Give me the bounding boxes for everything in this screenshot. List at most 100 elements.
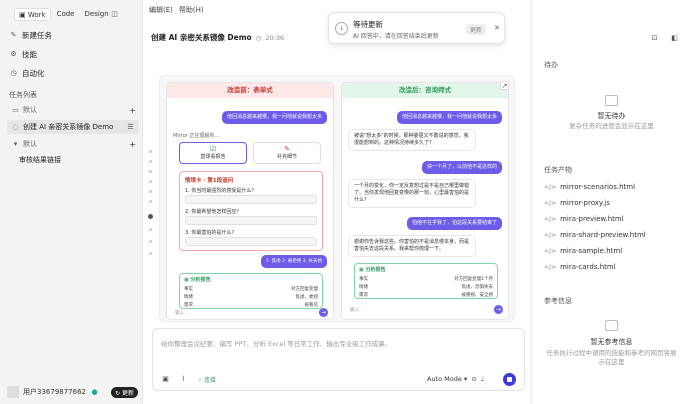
- mode-switch: ▣ Work Code Design: [14, 8, 113, 21]
- send-icon[interactable]: →: [319, 308, 328, 317]
- close-icon[interactable]: ✕: [494, 24, 500, 32]
- scroll-dot-active[interactable]: [148, 214, 153, 219]
- report-row: 需求 被重视、安全感: [355, 291, 497, 299]
- skills-button[interactable]: ⚙ 技能: [9, 47, 37, 61]
- html-preview: 改造前：表单式 他回消息越来越慢，我一问他就说我想太多 Mirror 正在理解你…: [159, 75, 515, 322]
- todo-title: 待办: [544, 61, 558, 69]
- stop-button[interactable]: [503, 373, 516, 386]
- panel-after: 改造后：咨询师式 他回消息越来越慢，我一问他就说我想太多 被说"想太多"的时候，…: [341, 82, 509, 320]
- mode-design[interactable]: Design: [81, 8, 113, 21]
- todo-empty: 暂无待办: [597, 112, 626, 120]
- mode-code[interactable]: Code: [53, 8, 79, 21]
- code-icon: </>: [544, 231, 557, 239]
- report-row: 事实 对方回复变慢1个月: [355, 275, 497, 283]
- task-item-active[interactable]: ◌ 创建 AI 亲密关系镜像 Demo ☰: [7, 120, 139, 134]
- scroll-dot[interactable]: [149, 160, 152, 163]
- image-icon[interactable]: ▣: [161, 375, 170, 384]
- report-row: 需求 被看见: [180, 301, 322, 309]
- ref-empty: 暂无参考信息: [590, 338, 633, 346]
- menu-edit[interactable]: 编辑(E): [149, 5, 173, 15]
- file-name: mirror-scenarios.html: [560, 183, 636, 191]
- report-key: 情绪: [184, 295, 193, 300]
- send-icon[interactable]: →: [494, 305, 503, 314]
- empty-box-icon: [605, 95, 618, 106]
- add-task-icon[interactable]: +: [129, 106, 136, 115]
- chat-input[interactable]: 给你整理会议纪要、编写 PPT、分析 Excel 等日常工作、输出专业级工作成果…: [161, 338, 391, 348]
- file-item[interactable]: </> mirror-proxy.js: [544, 199, 610, 207]
- scroll-dot[interactable]: [149, 228, 152, 231]
- skills-label: 技能: [22, 49, 37, 59]
- panel-toggle-icon[interactable]: ◧: [670, 34, 679, 43]
- sidebar-toggle-icon[interactable]: ◫: [110, 10, 119, 19]
- menu-help[interactable]: 帮助(H): [179, 5, 204, 15]
- update-button[interactable]: ↻ 更新: [111, 386, 138, 398]
- toast-update-button[interactable]: 更新: [466, 24, 487, 35]
- file-item[interactable]: </> mira-sample.html: [544, 247, 622, 255]
- connect-button[interactable]: ⁘ 连接: [197, 375, 216, 384]
- new-task-label: 新建任务: [22, 30, 52, 40]
- panel-input[interactable]: 输入...: [175, 310, 188, 316]
- toast-title: 等待更新: [353, 20, 383, 29]
- report-title-text: 分析报告: [190, 277, 211, 283]
- form-question-2: 2. 你最希望他怎样回应？: [185, 209, 242, 215]
- file-item[interactable]: </> mirror-scenarios.html: [544, 183, 635, 191]
- scroll-dot[interactable]: [149, 252, 152, 255]
- attach-icon[interactable]: ⌇: [179, 375, 188, 384]
- user-name: 用户33679877662: [23, 388, 86, 396]
- option-card-detail[interactable]: ✎ 补充细节: [253, 142, 321, 164]
- file-item[interactable]: </> mira-cards.html: [544, 263, 616, 271]
- task-group-default-2[interactable]: ▾ 默认 +: [11, 138, 136, 150]
- task-item-review[interactable]: 审核结果链接: [19, 153, 61, 167]
- task-group-default[interactable]: ▭ 默认 +: [11, 104, 136, 116]
- file-name: mira-sample.html: [560, 247, 623, 255]
- mode-select[interactable]: Auto Mode ▾ ⊙ ♩: [427, 375, 484, 383]
- file-item[interactable]: </> mira-shard-preview.html: [544, 231, 646, 239]
- report-key: 需求: [184, 303, 193, 308]
- clock-icon: ◷: [10, 68, 17, 77]
- report-title-text: 分析报告: [365, 267, 386, 273]
- ref-sub: 任务执行过程中调用的技能和参考的网页将展示在这里: [546, 349, 677, 366]
- form-answer-2[interactable]: [185, 216, 317, 225]
- task-time: 20:36: [265, 33, 285, 42]
- report-value: 焦虑、委屈: [295, 295, 319, 300]
- add-task-icon-2[interactable]: +: [129, 140, 136, 149]
- sidebar: ▣ Work Code Design ◫ ✎ 新建任务 ⚙ 技能 ◷ 自动化 任…: [0, 0, 142, 404]
- download-icon: ↓: [335, 22, 348, 35]
- question-form: 情境卡 · 第1段追问 1. 你当时最强烈的感受是什么？ 2. 你最希望他怎样回…: [179, 171, 323, 251]
- code-icon: </>: [544, 247, 557, 255]
- page-title-row: 创建 AI 亲密关系镜像 Demo ◷ 20:36: [151, 32, 284, 43]
- report-value: 对方回复变慢1个月: [454, 277, 493, 282]
- code-icon: </>: [544, 199, 557, 207]
- menu-icon[interactable]: ☰: [126, 123, 135, 132]
- scroll-dot[interactable]: [149, 170, 152, 173]
- scroll-dot[interactable]: [149, 240, 152, 243]
- report-row: 情绪 焦虑、委屈: [180, 293, 322, 301]
- form-answer-3[interactable]: [185, 237, 317, 246]
- page-title: 创建 AI 亲密关系镜像 Demo: [151, 33, 252, 42]
- scroll-dot[interactable]: [149, 200, 152, 203]
- panel-before: 改造前：表单式 他回消息越来越慢，我一问他就说我想太多 Mirror 正在理解你…: [166, 82, 334, 320]
- output-title: 任务产物: [544, 166, 572, 174]
- report-value: 被重视、安全感: [461, 293, 494, 298]
- new-task-button[interactable]: ✎ 新建任务: [9, 28, 52, 42]
- scroll-dot[interactable]: [149, 150, 152, 153]
- panel-input[interactable]: 输入...: [350, 307, 363, 313]
- user-message: 怕他不在乎我了，怕这段关系要结束了: [406, 217, 502, 230]
- mode-work[interactable]: ▣ Work: [14, 8, 51, 21]
- new-window-icon[interactable]: ⊡: [650, 34, 659, 43]
- scroll-dot[interactable]: [149, 190, 152, 193]
- automation-button[interactable]: ◷ 自动化: [9, 66, 45, 80]
- expand-icon[interactable]: ↗: [500, 81, 509, 90]
- option-card-report[interactable]: ☑ 直球看报告: [179, 142, 247, 164]
- chat-input-box[interactable]: 给你整理会议纪要、编写 PPT、分析 Excel 等日常工作、输出专业级工作成果…: [152, 328, 525, 391]
- user-bar[interactable]: 用户33679877662 ● ↻ 更新: [7, 386, 138, 398]
- bot-message: 被说"想太多"的时候，那种委屈又不敢说的感觉，我很能想到的。这种情况持续多久了？: [348, 129, 476, 151]
- scroll-dot[interactable]: [149, 180, 152, 183]
- report-title: ▣ 分析报告: [359, 267, 386, 273]
- file-item[interactable]: </> mira-preview.html: [544, 215, 624, 223]
- automation-label: 自动化: [22, 68, 45, 78]
- form-answer-1[interactable]: [185, 195, 317, 204]
- divider: [173, 319, 323, 320]
- file-name: mira-preview.html: [560, 215, 624, 223]
- report-key: 需求: [359, 293, 368, 298]
